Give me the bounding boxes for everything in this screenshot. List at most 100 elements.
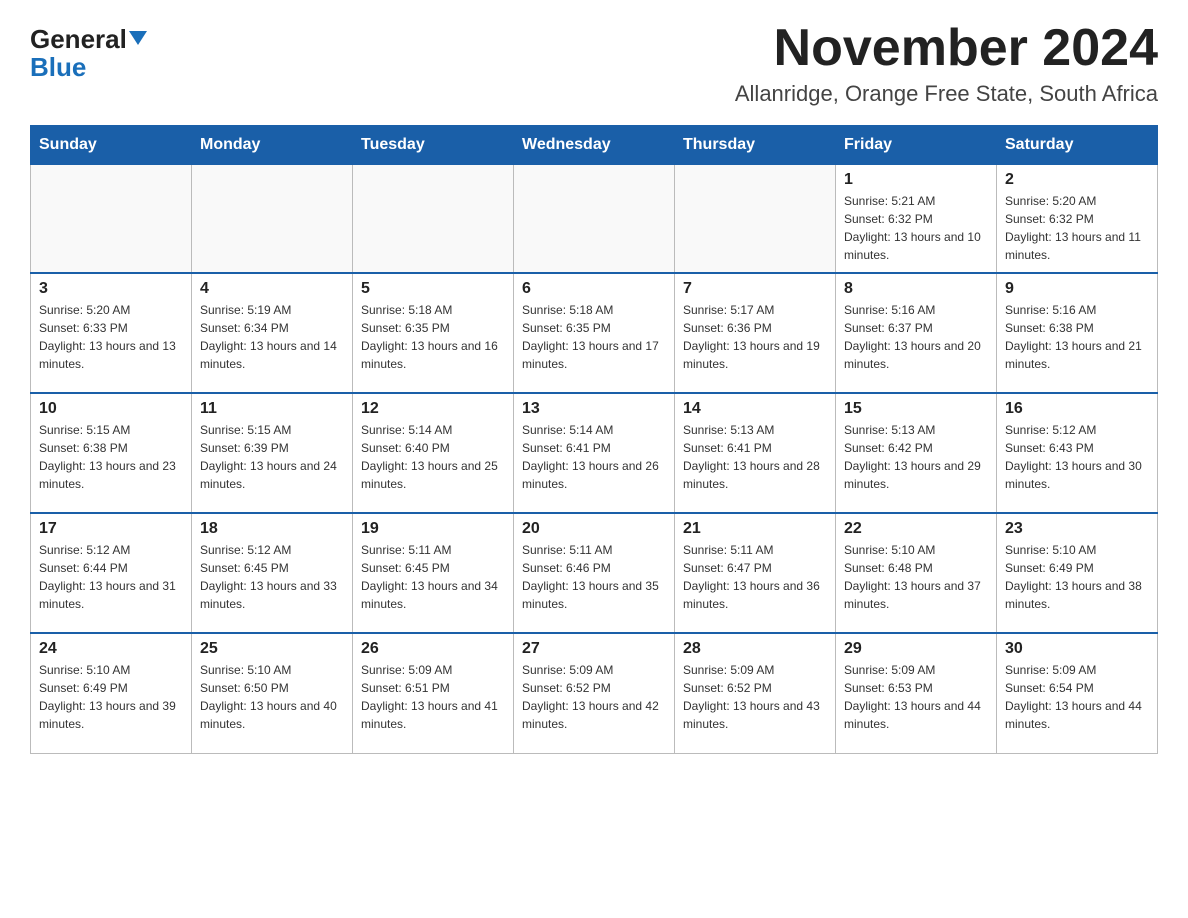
month-title: November 2024	[735, 20, 1158, 77]
calendar-week-row: 1 Sunrise: 5:21 AMSunset: 6:32 PMDaylight…	[31, 165, 1158, 274]
table-row: 26 Sunrise: 5:09 AMSunset: 6:51 PMDayligh…	[353, 633, 514, 753]
day-number: 13	[522, 400, 666, 418]
day-info: Sunrise: 5:16 AMSunset: 6:38 PMDaylight:…	[1005, 301, 1149, 373]
table-row: 10 Sunrise: 5:15 AMSunset: 6:38 PMDayligh…	[31, 393, 192, 513]
day-number: 22	[844, 520, 988, 538]
day-info: Sunrise: 5:11 AMSunset: 6:47 PMDaylight:…	[683, 541, 827, 613]
day-info: Sunrise: 5:09 AMSunset: 6:53 PMDaylight:…	[844, 661, 988, 733]
calendar-table: Sunday Monday Tuesday Wednesday Thursday…	[30, 125, 1158, 754]
day-info: Sunrise: 5:11 AMSunset: 6:45 PMDaylight:…	[361, 541, 505, 613]
table-row: 30 Sunrise: 5:09 AMSunset: 6:54 PMDayligh…	[997, 633, 1158, 753]
day-number: 2	[1005, 171, 1149, 189]
day-number: 30	[1005, 640, 1149, 658]
col-sunday: Sunday	[31, 126, 192, 165]
table-row	[514, 165, 675, 274]
day-number: 21	[683, 520, 827, 538]
table-row: 7Sunrise: 5:17 AMSunset: 6:36 PMDaylight…	[675, 273, 836, 393]
day-number: 20	[522, 520, 666, 538]
day-number: 6	[522, 280, 666, 298]
table-row: 15Sunrise: 5:13 AMSunset: 6:42 PMDayligh…	[836, 393, 997, 513]
day-number: 3	[39, 280, 183, 298]
day-number: 23	[1005, 520, 1149, 538]
day-number: 29	[844, 640, 988, 658]
table-row: 29 Sunrise: 5:09 AMSunset: 6:53 PMDayligh…	[836, 633, 997, 753]
day-info: Sunrise: 5:15 AMSunset: 6:38 PMDaylight:…	[39, 421, 183, 493]
day-number: 16	[1005, 400, 1149, 418]
table-row: 21 Sunrise: 5:11 AMSunset: 6:47 PMDayligh…	[675, 513, 836, 633]
table-row: 8 Sunrise: 5:16 AMSunset: 6:37 PMDaylight…	[836, 273, 997, 393]
table-row	[353, 165, 514, 274]
day-info: Sunrise: 5:10 AMSunset: 6:48 PMDaylight:…	[844, 541, 988, 613]
day-number: 5	[361, 280, 505, 298]
calendar-header-row: Sunday Monday Tuesday Wednesday Thursday…	[31, 126, 1158, 165]
day-info: Sunrise: 5:14 AMSunset: 6:41 PMDaylight:…	[522, 421, 666, 493]
day-info: Sunrise: 5:10 AMSunset: 6:49 PMDaylight:…	[1005, 541, 1149, 613]
day-number: 4	[200, 280, 344, 298]
day-info: Sunrise: 5:18 AMSunset: 6:35 PMDaylight:…	[522, 301, 666, 373]
day-number: 8	[844, 280, 988, 298]
day-info: Sunrise: 5:09 AMSunset: 6:52 PMDaylight:…	[522, 661, 666, 733]
day-info: Sunrise: 5:14 AMSunset: 6:40 PMDaylight:…	[361, 421, 505, 493]
day-number: 27	[522, 640, 666, 658]
logo-text: General	[30, 26, 147, 52]
table-row: 28 Sunrise: 5:09 AMSunset: 6:52 PMDayligh…	[675, 633, 836, 753]
table-row: 9 Sunrise: 5:16 AMSunset: 6:38 PMDaylight…	[997, 273, 1158, 393]
day-number: 18	[200, 520, 344, 538]
calendar-week-row: 17 Sunrise: 5:12 AMSunset: 6:44 PMDayligh…	[31, 513, 1158, 633]
day-number: 10	[39, 400, 183, 418]
day-number: 7	[683, 280, 827, 298]
table-row: 2 Sunrise: 5:20 AMSunset: 6:32 PMDaylight…	[997, 165, 1158, 274]
day-info: Sunrise: 5:12 AMSunset: 6:44 PMDaylight:…	[39, 541, 183, 613]
day-info: Sunrise: 5:11 AMSunset: 6:46 PMDaylight:…	[522, 541, 666, 613]
day-info: Sunrise: 5:09 AMSunset: 6:51 PMDaylight:…	[361, 661, 505, 733]
table-row: 27 Sunrise: 5:09 AMSunset: 6:52 PMDayligh…	[514, 633, 675, 753]
day-info: Sunrise: 5:12 AMSunset: 6:43 PMDaylight:…	[1005, 421, 1149, 493]
table-row: 11 Sunrise: 5:15 AMSunset: 6:39 PMDayligh…	[192, 393, 353, 513]
day-number: 15	[844, 400, 988, 418]
table-row	[675, 165, 836, 274]
logo-triangle-icon	[129, 31, 147, 45]
day-number: 24	[39, 640, 183, 658]
calendar-week-row: 10 Sunrise: 5:15 AMSunset: 6:38 PMDayligh…	[31, 393, 1158, 513]
table-row: 3 Sunrise: 5:20 AMSunset: 6:33 PMDaylight…	[31, 273, 192, 393]
day-number: 19	[361, 520, 505, 538]
col-saturday: Saturday	[997, 126, 1158, 165]
day-number: 28	[683, 640, 827, 658]
day-info: Sunrise: 5:09 AMSunset: 6:54 PMDaylight:…	[1005, 661, 1149, 733]
day-number: 14	[683, 400, 827, 418]
col-wednesday: Wednesday	[514, 126, 675, 165]
day-info: Sunrise: 5:16 AMSunset: 6:37 PMDaylight:…	[844, 301, 988, 373]
day-info: Sunrise: 5:18 AMSunset: 6:35 PMDaylight:…	[361, 301, 505, 373]
table-row: 24Sunrise: 5:10 AMSunset: 6:49 PMDayligh…	[31, 633, 192, 753]
day-info: Sunrise: 5:15 AMSunset: 6:39 PMDaylight:…	[200, 421, 344, 493]
table-row: 20 Sunrise: 5:11 AMSunset: 6:46 PMDayligh…	[514, 513, 675, 633]
table-row: 1 Sunrise: 5:21 AMSunset: 6:32 PMDaylight…	[836, 165, 997, 274]
calendar-week-row: 3 Sunrise: 5:20 AMSunset: 6:33 PMDaylight…	[31, 273, 1158, 393]
table-row: 16 Sunrise: 5:12 AMSunset: 6:43 PMDayligh…	[997, 393, 1158, 513]
table-row: 19 Sunrise: 5:11 AMSunset: 6:45 PMDayligh…	[353, 513, 514, 633]
page-header: General Blue November 2024 Allanridge, O…	[30, 20, 1158, 107]
day-info: Sunrise: 5:12 AMSunset: 6:45 PMDaylight:…	[200, 541, 344, 613]
table-row: 14 Sunrise: 5:13 AMSunset: 6:41 PMDayligh…	[675, 393, 836, 513]
table-row	[192, 165, 353, 274]
day-info: Sunrise: 5:09 AMSunset: 6:52 PMDaylight:…	[683, 661, 827, 733]
day-info: Sunrise: 5:20 AMSunset: 6:32 PMDaylight:…	[1005, 192, 1149, 264]
table-row: 18 Sunrise: 5:12 AMSunset: 6:45 PMDayligh…	[192, 513, 353, 633]
day-number: 1	[844, 171, 988, 189]
location-title: Allanridge, Orange Free State, South Afr…	[735, 81, 1158, 107]
day-info: Sunrise: 5:13 AMSunset: 6:41 PMDaylight:…	[683, 421, 827, 493]
day-info: Sunrise: 5:21 AMSunset: 6:32 PMDaylight:…	[844, 192, 988, 264]
day-number: 9	[1005, 280, 1149, 298]
col-tuesday: Tuesday	[353, 126, 514, 165]
day-number: 17	[39, 520, 183, 538]
logo-blue-text: Blue	[30, 52, 86, 83]
day-number: 26	[361, 640, 505, 658]
table-row	[31, 165, 192, 274]
table-row: 22 Sunrise: 5:10 AMSunset: 6:48 PMDayligh…	[836, 513, 997, 633]
table-row: 5 Sunrise: 5:18 AMSunset: 6:35 PMDaylight…	[353, 273, 514, 393]
table-row: 4Sunrise: 5:19 AMSunset: 6:34 PMDaylight…	[192, 273, 353, 393]
col-friday: Friday	[836, 126, 997, 165]
day-number: 11	[200, 400, 344, 418]
day-info: Sunrise: 5:20 AMSunset: 6:33 PMDaylight:…	[39, 301, 183, 373]
day-info: Sunrise: 5:10 AMSunset: 6:50 PMDaylight:…	[200, 661, 344, 733]
